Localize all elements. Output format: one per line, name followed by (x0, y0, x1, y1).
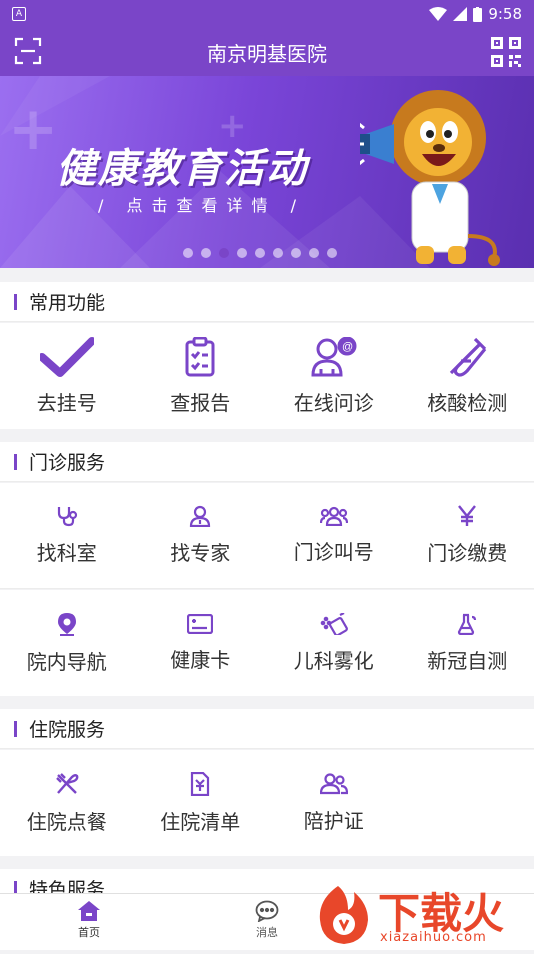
item-label: 住院清单 (160, 806, 240, 835)
tab-messages[interactable]: 消息 (237, 900, 297, 940)
yen-doc-icon (190, 772, 210, 796)
item-label: 查报告 (170, 387, 230, 416)
empty-cell (401, 750, 534, 856)
section-title: 常用功能 (29, 288, 105, 315)
item-label: 住院点餐 (27, 806, 107, 835)
carousel-dot[interactable] (201, 248, 211, 258)
plus-decoration: + (8, 94, 58, 164)
section-header-inpatient: 住院服务 (0, 709, 534, 749)
carousel-dot[interactable] (309, 248, 319, 258)
common-functions-row: 去挂号 查报告 @ 在线问诊 核酸检测 (0, 323, 534, 429)
clipboard-icon (185, 337, 215, 377)
check-icon (40, 337, 94, 377)
watermark-url: xiazaihuo.com (380, 930, 487, 945)
companion-pass-button[interactable]: 陪护证 (267, 750, 401, 856)
banner-title: 健康教育活动 (56, 136, 308, 194)
carousel-dot[interactable] (291, 248, 301, 258)
signal-icon (453, 7, 467, 21)
doctor-icon (189, 505, 211, 527)
item-label: 门诊叫号 (294, 536, 374, 565)
item-label: 新冠自测 (427, 645, 507, 674)
carousel-dot[interactable] (327, 248, 337, 258)
lion-mascot-illustration (360, 86, 530, 268)
tab-home[interactable]: 首页 (59, 900, 119, 940)
health-card-button[interactable]: 健康卡 (134, 590, 268, 696)
carousel-dot[interactable] (255, 248, 265, 258)
tab-label: 消息 (256, 924, 278, 940)
item-label: 健康卡 (170, 644, 230, 673)
item-label: 去挂号 (37, 387, 97, 416)
meal-order-button[interactable]: 住院点餐 (0, 750, 134, 856)
hospital-navigation-button[interactable]: 院内导航 (0, 590, 134, 696)
carousel-dot[interactable] (237, 248, 247, 258)
stethoscope-icon (56, 505, 78, 527)
inpatient-row: 住院点餐 住院清单 陪护证 (0, 750, 534, 856)
location-pin-icon (56, 612, 78, 636)
card-icon (187, 614, 213, 634)
outpatient-row-1: 找科室 找专家 门诊叫号 门诊缴费 (0, 483, 534, 589)
item-label: 在线问诊 (294, 387, 374, 416)
outpatient-payment-button[interactable]: 门诊缴费 (401, 483, 534, 588)
promo-banner[interactable]: + + 健康教育活动 / 点击查看详情 / (0, 76, 534, 268)
online-consult-button[interactable]: @ 在线问诊 (267, 323, 401, 429)
qr-code-icon[interactable] (490, 36, 522, 68)
battery-icon (473, 7, 482, 22)
doctor-chat-icon: @ (311, 337, 357, 377)
find-expert-button[interactable]: 找专家 (134, 483, 268, 588)
nebulizer-icon (320, 613, 348, 635)
inpatient-bill-button[interactable]: 住院清单 (134, 750, 268, 856)
nucleic-test-button[interactable]: 核酸检测 (401, 323, 534, 429)
item-label: 儿科雾化 (294, 645, 374, 674)
clock: 9:58 (488, 5, 522, 23)
tab-label: 首页 (78, 924, 100, 940)
queue-call-button[interactable]: 门诊叫号 (267, 483, 401, 588)
carousel-dot[interactable] (183, 248, 193, 258)
item-label: 陪护证 (304, 805, 364, 834)
notification-icon: A (12, 7, 26, 21)
item-label: 找科室 (37, 537, 97, 566)
carousel-indicator (183, 248, 337, 258)
group-icon (320, 506, 348, 526)
register-button[interactable]: 去挂号 (0, 323, 134, 429)
page-title: 南京明基医院 (207, 38, 327, 67)
svg-text:@: @ (342, 341, 353, 353)
banner-subtitle: / 点击查看详情 / (98, 192, 305, 216)
scan-icon[interactable] (14, 37, 42, 65)
app-bar: 南京明基医院 (0, 28, 534, 76)
yen-icon (457, 505, 477, 527)
test-tube-icon (447, 337, 487, 377)
item-label: 院内导航 (27, 646, 107, 675)
section-header-common: 常用功能 (0, 282, 534, 322)
outpatient-row-2: 院内导航 健康卡 儿科雾化 新冠自测 (0, 590, 534, 696)
find-department-button[interactable]: 找科室 (0, 483, 134, 588)
message-icon (255, 900, 279, 922)
covid-self-test-button[interactable]: 新冠自测 (401, 590, 534, 696)
carousel-dot[interactable] (273, 248, 283, 258)
section-header-outpatient: 门诊服务 (0, 442, 534, 482)
section-title: 住院服务 (29, 715, 105, 742)
pediatric-nebulization-button[interactable]: 儿科雾化 (267, 590, 401, 696)
status-bar: A 9:58 (0, 0, 534, 28)
companion-icon (320, 773, 348, 795)
flask-icon (456, 613, 478, 635)
watermark-logo: 下载火 xiazaihuo.com (308, 880, 528, 950)
home-icon (77, 900, 101, 922)
report-button[interactable]: 查报告 (134, 323, 268, 429)
section-title: 门诊服务 (29, 448, 105, 475)
wifi-icon (429, 7, 447, 21)
fork-knife-icon (55, 772, 79, 796)
carousel-dot-active[interactable] (219, 248, 229, 258)
item-label: 找专家 (170, 537, 230, 566)
item-label: 核酸检测 (427, 387, 507, 416)
item-label: 门诊缴费 (427, 537, 507, 566)
